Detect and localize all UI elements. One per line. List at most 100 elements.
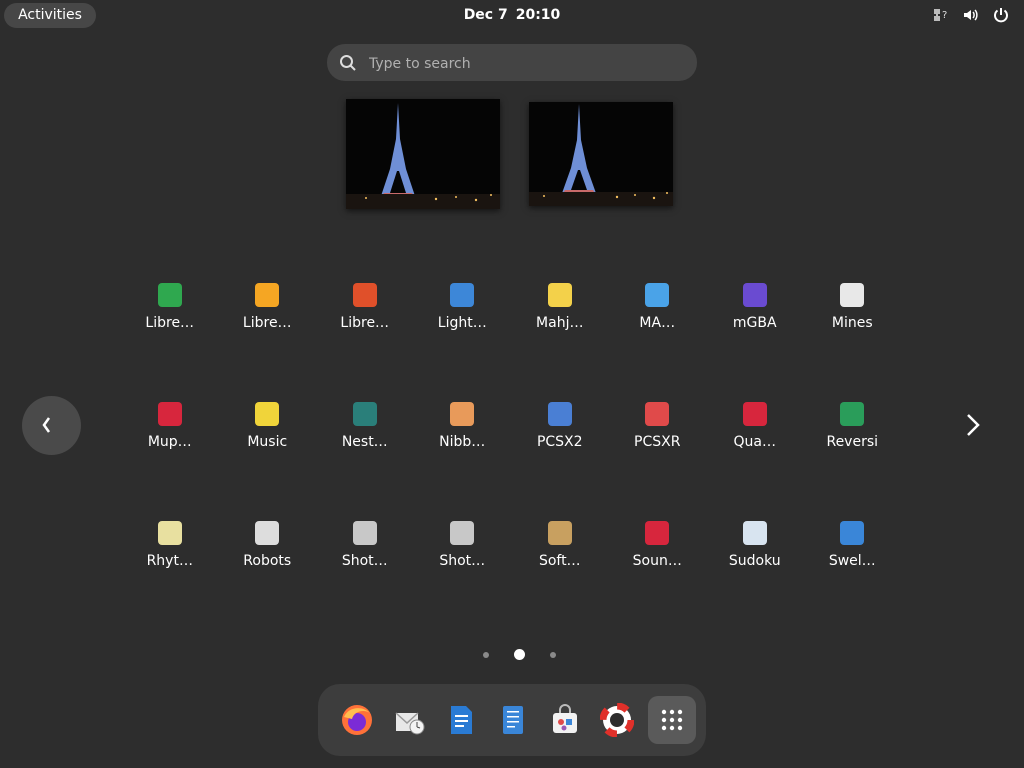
app-launcher[interactable]: Shot… bbox=[316, 506, 414, 625]
app-label: mGBA bbox=[732, 315, 777, 331]
app-launcher[interactable]: Reversi bbox=[804, 387, 902, 506]
app-label: Mahj… bbox=[536, 315, 584, 331]
quadrapassel-icon bbox=[742, 402, 767, 426]
eiffel-tower-night-image bbox=[346, 99, 500, 209]
activities-button[interactable]: Activities bbox=[4, 3, 96, 28]
app-launcher[interactable]: Robots bbox=[219, 506, 317, 625]
app-label: Swel… bbox=[828, 553, 876, 569]
app-label: Soft… bbox=[538, 553, 581, 569]
app-label: Nest… bbox=[341, 434, 388, 450]
app-label: Rhyt… bbox=[146, 553, 193, 569]
app-launcher[interactable]: Libre… bbox=[121, 268, 219, 387]
app-label: Qua… bbox=[733, 434, 776, 450]
evolution-icon bbox=[395, 712, 425, 735]
app-launcher[interactable]: Libre… bbox=[219, 268, 317, 387]
software-icon bbox=[553, 704, 577, 733]
app-launcher[interactable]: PCSX2 bbox=[511, 387, 609, 506]
app-label: PCSXR bbox=[634, 434, 681, 450]
app-label: Mines bbox=[831, 315, 873, 331]
clock-time: 20:10 bbox=[515, 7, 561, 23]
mupen64-icon bbox=[157, 402, 182, 426]
network-icon[interactable]: ? bbox=[932, 6, 950, 24]
firefox-icon bbox=[342, 705, 372, 735]
app-label: Light… bbox=[437, 315, 487, 331]
app-launcher[interactable]: Rhyt… bbox=[121, 506, 219, 625]
shotwell-icon bbox=[352, 521, 377, 545]
app-label: Reversi bbox=[826, 434, 879, 450]
search-bar[interactable] bbox=[327, 44, 697, 83]
app-launcher[interactable]: mGBA bbox=[706, 268, 804, 387]
libreoffice-impress-icon bbox=[352, 283, 377, 307]
reversi-icon bbox=[840, 402, 865, 426]
pcsxr-icon bbox=[645, 402, 670, 426]
next-page-button[interactable] bbox=[958, 410, 988, 440]
mines-icon bbox=[840, 283, 865, 307]
app-launcher[interactable]: Light… bbox=[414, 268, 512, 387]
search-input[interactable] bbox=[367, 44, 681, 83]
app-label: MA… bbox=[639, 315, 676, 331]
page-indicator bbox=[470, 649, 569, 661]
app-launcher[interactable]: Soft… bbox=[511, 506, 609, 625]
app-launcher[interactable]: Sudoku bbox=[706, 506, 804, 625]
app-label: Libre… bbox=[145, 315, 195, 331]
swell-foop-icon bbox=[840, 521, 865, 545]
show-apps-icon bbox=[661, 709, 683, 731]
app-label: PCSX2 bbox=[536, 434, 583, 450]
app-launcher[interactable]: Shot… bbox=[414, 506, 512, 625]
page-dot[interactable] bbox=[550, 652, 556, 658]
window-thumbnail-2[interactable] bbox=[529, 102, 673, 206]
dash-item-firefox[interactable] bbox=[336, 699, 378, 741]
search-icon bbox=[339, 54, 357, 76]
previous-page-button[interactable] bbox=[22, 396, 81, 455]
app-grid: Libre… Libre… Libre… Light… Mahj… MA… mGBA Mine… bbox=[121, 268, 901, 628]
dash-item-text-editor[interactable] bbox=[492, 699, 534, 741]
app-launcher[interactable]: Soun… bbox=[609, 506, 707, 625]
app-label: Soun… bbox=[632, 553, 682, 569]
mahjongg-icon bbox=[547, 283, 572, 307]
app-label: Music bbox=[247, 434, 288, 450]
app-label: Libre… bbox=[340, 315, 390, 331]
eiffel-tower-night-image bbox=[529, 102, 673, 206]
svg-text:?: ? bbox=[942, 10, 947, 21]
dash bbox=[318, 684, 706, 756]
app-launcher[interactable]: Libre… bbox=[316, 268, 414, 387]
clock-date: Dec 7 bbox=[463, 7, 508, 23]
app-launcher[interactable]: Mahj… bbox=[511, 268, 609, 387]
mame-icon bbox=[645, 283, 670, 307]
show-apps-button[interactable] bbox=[648, 696, 696, 744]
clock[interactable]: Dec 7 20:10 bbox=[0, 7, 1024, 23]
app-launcher[interactable]: Mines bbox=[804, 268, 902, 387]
app-launcher[interactable]: PCSXR bbox=[609, 387, 707, 506]
dash-item-evolution[interactable] bbox=[388, 699, 430, 741]
libreoffice-calc-icon bbox=[157, 283, 182, 307]
app-launcher[interactable]: Swel… bbox=[804, 506, 902, 625]
app-launcher[interactable]: Nibb… bbox=[414, 387, 512, 506]
nibbles-icon bbox=[450, 402, 475, 426]
shotwell-viewer-icon bbox=[450, 521, 475, 545]
nestopia-icon bbox=[352, 402, 377, 426]
app-label: Shot… bbox=[439, 553, 486, 569]
mgba-icon bbox=[742, 283, 767, 307]
sound-recorder-icon bbox=[645, 521, 670, 545]
app-launcher[interactable]: MA… bbox=[609, 268, 707, 387]
app-label: Mup… bbox=[147, 434, 192, 450]
desktop-overview: Activities Dec 7 20:10 ? Type to search … bbox=[0, 0, 1024, 768]
page-dot[interactable] bbox=[514, 649, 525, 660]
rhythmbox-icon bbox=[157, 521, 182, 545]
libreoffice-draw-icon bbox=[255, 283, 280, 307]
app-launcher[interactable]: Qua… bbox=[706, 387, 804, 506]
page-dot[interactable] bbox=[483, 652, 489, 658]
app-launcher[interactable]: Mup… bbox=[121, 387, 219, 506]
chevron-right-icon bbox=[967, 414, 980, 436]
system-tray[interactable]: ? bbox=[932, 6, 1010, 24]
app-launcher[interactable]: Music bbox=[219, 387, 317, 506]
text-editor-icon bbox=[503, 706, 523, 734]
dash-item-writer[interactable] bbox=[440, 699, 482, 741]
chevron-left-icon bbox=[42, 417, 51, 433]
dash-item-help[interactable] bbox=[596, 699, 638, 741]
dash-item-software[interactable] bbox=[544, 699, 586, 741]
app-launcher[interactable]: Nest… bbox=[316, 387, 414, 506]
power-icon[interactable] bbox=[992, 6, 1010, 24]
window-thumbnail-1[interactable] bbox=[346, 99, 500, 209]
volume-icon[interactable] bbox=[962, 6, 980, 24]
